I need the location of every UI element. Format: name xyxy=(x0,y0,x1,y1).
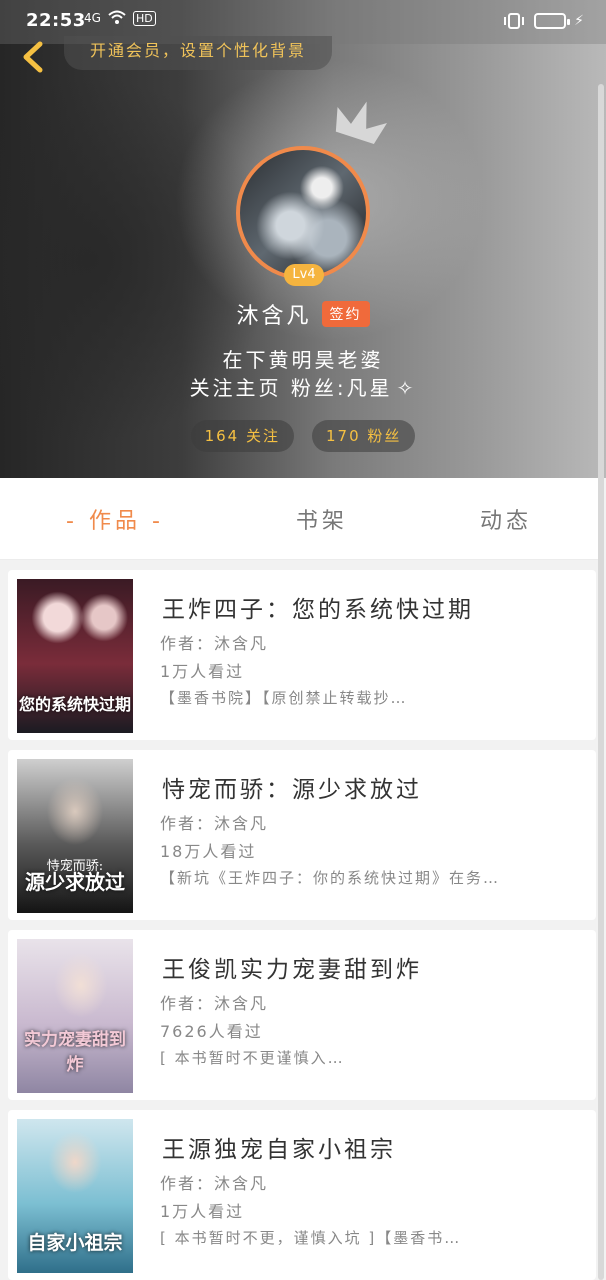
signed-badge: 签约 xyxy=(321,301,370,327)
book-card[interactable]: 您的系统快过期 王炸四子：您的系统快过期 作者：沐含凡 1万人看过 【墨香书院】… xyxy=(8,570,596,740)
vip-background-banner[interactable]: 开通会员，设置个性化背景 xyxy=(64,36,332,70)
book-views: 18万人看过 xyxy=(160,842,257,861)
book-cover-title: 实力宠妻甜到炸 xyxy=(24,1030,126,1075)
bio-line-1: 在下黄明昊老婆 xyxy=(222,348,384,372)
book-cover-title: 您的系统快过期 xyxy=(18,695,131,714)
sparkle-icon: ✧ xyxy=(396,376,417,400)
book-description: 【墨香书院】【原创禁止转载抄… xyxy=(160,689,408,707)
book-author: 作者：沐含凡 xyxy=(160,814,269,833)
vibrate-icon xyxy=(504,13,525,29)
tab-activity[interactable]: 动态 xyxy=(480,503,532,535)
book-views: 7626人看过 xyxy=(160,1022,263,1041)
username: 沐含凡 xyxy=(236,304,312,329)
profile-header: 22:53 4G HD ⚡ 开通会员，设置个性化背景 Lv4 沐含凡 签约 在下… xyxy=(0,0,606,478)
following-count[interactable]: 164 关注 xyxy=(190,420,294,452)
followers-count[interactable]: 170 粉丝 xyxy=(312,420,416,452)
book-description: [ 本书暂时不更，谨慎入坑 ]【墨香书… xyxy=(160,1229,462,1247)
signal-label: 4G xyxy=(84,11,101,25)
book-card[interactable]: 自家小祖宗 王源独宠自家小祖宗 作者：沐含凡 1万人看过 [ 本书暂时不更，谨慎… xyxy=(8,1110,596,1280)
book-cover-title: 自家小祖宗 xyxy=(27,1232,123,1254)
book-cover[interactable]: 实力宠妻甜到炸 xyxy=(17,939,133,1093)
book-card[interactable]: 恃宠而骄: 源少求放过 恃宠而骄：源少求放过 作者：沐含凡 18万人看过 【新坑… xyxy=(8,750,596,920)
book-description: 【新坑《王炸四子：你的系统快过期》在务… xyxy=(160,869,501,887)
book-cover[interactable]: 自家小祖宗 xyxy=(17,1119,133,1273)
status-icons-right: ⚡ xyxy=(502,12,584,30)
book-views: 1万人看过 xyxy=(160,662,245,681)
level-badge: Lv4 xyxy=(284,264,324,286)
book-cover[interactable]: 您的系统快过期 xyxy=(17,579,133,733)
stats-row: 164 关注 170 粉丝 xyxy=(0,420,606,452)
book-title[interactable]: 王炸四子：您的系统快过期 xyxy=(162,590,474,624)
scrollbar[interactable] xyxy=(598,84,604,1280)
book-title[interactable]: 王源独宠自家小祖宗 xyxy=(162,1130,396,1164)
battery-icon xyxy=(534,13,571,29)
book-cover[interactable]: 恃宠而骄: 源少求放过 xyxy=(17,759,133,913)
avatar[interactable] xyxy=(236,146,370,280)
username-row: 沐含凡 签约 xyxy=(0,298,606,330)
status-icons-left: 4G HD xyxy=(84,10,156,26)
book-author: 作者：沐含凡 xyxy=(160,994,269,1013)
book-card[interactable]: 实力宠妻甜到炸 王俊凯实力宠妻甜到炸 作者：沐含凡 7626人看过 [ 本书暂时… xyxy=(8,930,596,1100)
hd-label: HD xyxy=(132,10,156,26)
status-time: 22:53 xyxy=(26,10,86,31)
back-icon[interactable] xyxy=(16,40,50,74)
profile-tabs: - 作品 - 书架 动态 xyxy=(0,478,598,560)
wifi-icon xyxy=(108,10,126,24)
crown-icon xyxy=(335,101,388,144)
tab-bookshelf[interactable]: 书架 xyxy=(296,503,348,535)
book-views: 1万人看过 xyxy=(160,1202,245,1221)
charging-icon: ⚡ xyxy=(574,13,584,29)
tab-works[interactable]: - 作品 - xyxy=(66,503,164,535)
book-title[interactable]: 王俊凯实力宠妻甜到炸 xyxy=(162,950,422,984)
bio-line-2-row: 关注主页 粉丝:凡星 ✧ xyxy=(190,374,417,402)
book-title[interactable]: 恃宠而骄：源少求放过 xyxy=(162,770,422,804)
book-cover-title: 源少求放过 xyxy=(25,870,125,894)
book-description: [ 本书暂时不更谨慎入… xyxy=(160,1049,345,1067)
book-author: 作者：沐含凡 xyxy=(160,634,269,653)
bio: 在下黄明昊老婆 关注主页 粉丝:凡星 ✧ xyxy=(0,346,606,402)
bio-line-2: 关注主页 粉丝:凡星 xyxy=(189,376,393,400)
book-author: 作者：沐含凡 xyxy=(160,1174,269,1193)
